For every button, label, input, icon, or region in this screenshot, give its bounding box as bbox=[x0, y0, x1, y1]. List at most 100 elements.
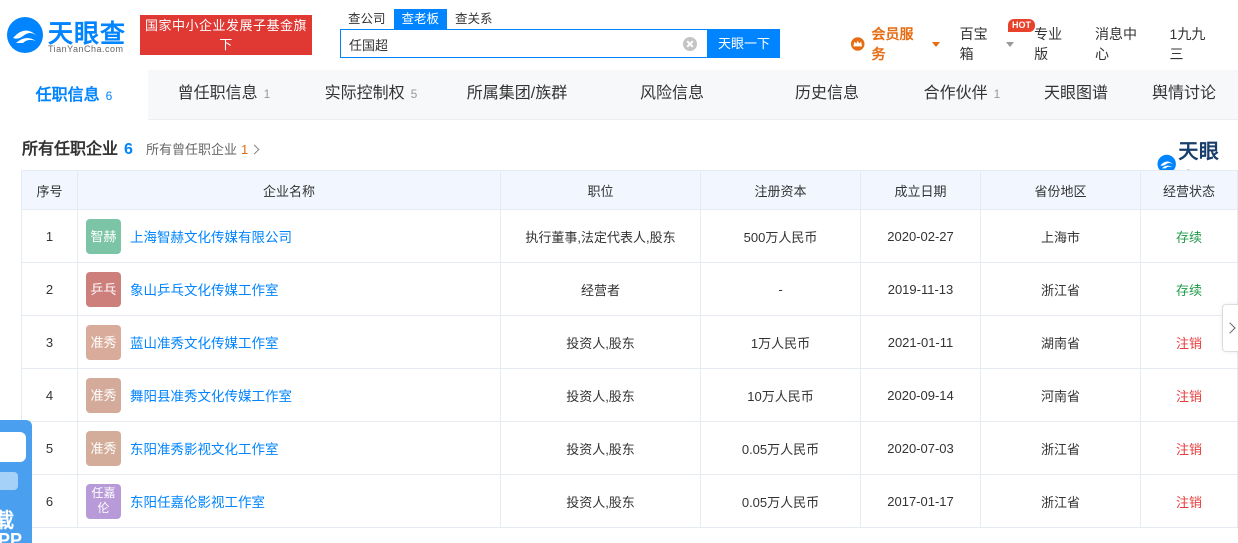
tianyancha-logo-icon bbox=[7, 17, 43, 53]
tab-partners[interactable]: 合作伙伴 1 bbox=[902, 70, 1022, 120]
search-box bbox=[340, 29, 708, 58]
treasure-box-label: 百宝箱 bbox=[959, 26, 988, 62]
top-header: 天眼查 TianYanCha.com 国家中小企业发展子基金旗下 官方备案企业征… bbox=[0, 0, 1238, 71]
table-header-row: 序号 企业名称 职位 注册资本 成立日期 省份地区 经营状态 bbox=[21, 170, 1238, 210]
row-status: 注销 bbox=[1140, 474, 1238, 528]
search-button[interactable]: 天眼一下 bbox=[708, 29, 780, 58]
gov-badge: 国家中小企业发展子基金旗下 官方备案企业征信机构 bbox=[140, 15, 312, 71]
row-position: 投资人,股东 bbox=[500, 368, 701, 422]
former-companies-count: 1 bbox=[241, 142, 249, 157]
tab-label: 合作伙伴 bbox=[923, 85, 988, 102]
row-company-cell: 准秀 蓝山准秀文化传媒工作室 bbox=[77, 315, 501, 369]
company-name-link[interactable]: 东阳准秀影视文化工作室 bbox=[130, 438, 279, 458]
table-row: 4 准秀 舞阳县准秀文化传媒工作室 投资人,股东 10万人民币 2020-09-… bbox=[21, 368, 1238, 422]
row-company-cell: 准秀 东阳准秀影视文化工作室 bbox=[77, 421, 501, 475]
row-status: 存续 bbox=[1140, 209, 1238, 263]
row-capital: 0.05万人民币 bbox=[700, 421, 861, 475]
section-title: 所有任职企业 6 bbox=[22, 135, 133, 159]
tab-public-opinion[interactable]: 舆情讨论 bbox=[1130, 70, 1238, 120]
tab-label: 舆情讨论 bbox=[1151, 85, 1216, 102]
companies-table: 序号 企业名称 职位 注册资本 成立日期 省份地区 经营状态 1 智赫 上海智赫… bbox=[21, 170, 1238, 528]
row-position: 投资人,股东 bbox=[500, 315, 701, 369]
chevron-right-icon bbox=[249, 144, 260, 155]
company-avatar[interactable]: 准秀 bbox=[86, 430, 121, 466]
tab-former-positions[interactable]: 曾任职信息 1 bbox=[148, 70, 300, 120]
row-region: 浙江省 bbox=[980, 262, 1141, 316]
app-float-text2: PP bbox=[0, 530, 23, 543]
row-position: 执行董事,法定代表人,股东 bbox=[500, 209, 701, 263]
former-companies-link[interactable]: 所有曾任职企业 1 bbox=[146, 139, 260, 158]
message-center-link[interactable]: 消息中心 bbox=[1095, 24, 1150, 64]
company-avatar[interactable]: 任嘉伦 bbox=[86, 483, 121, 519]
row-date: 2020-02-27 bbox=[860, 209, 981, 263]
row-date: 2019-11-13 bbox=[860, 262, 981, 316]
former-companies-label: 所有曾任职企业 bbox=[146, 142, 238, 157]
tab-count: 1 bbox=[263, 87, 271, 101]
table-row: 1 智赫 上海智赫文化传媒有限公司 执行董事,法定代表人,股东 500万人民币 … bbox=[21, 209, 1238, 263]
table-row: 6 任嘉伦 东阳任嘉伦影视工作室 投资人,股东 0.05万人民币 2017-01… bbox=[21, 474, 1238, 528]
row-capital: 10万人民币 bbox=[700, 368, 861, 422]
company-name-link[interactable]: 东阳任嘉伦影视工作室 bbox=[130, 491, 265, 511]
row-region: 浙江省 bbox=[980, 421, 1141, 475]
clear-icon[interactable] bbox=[683, 37, 697, 51]
tab-risk[interactable]: 风险信息 bbox=[592, 70, 752, 120]
table-row: 5 准秀 东阳准秀影视文化工作室 投资人,股东 0.05万人民币 2020-07… bbox=[21, 421, 1238, 475]
company-name-link[interactable]: 蓝山准秀文化传媒工作室 bbox=[130, 332, 279, 352]
tab-count: 6 bbox=[105, 89, 113, 103]
hot-badge: HOT bbox=[1008, 19, 1035, 32]
col-header-position: 职位 bbox=[500, 170, 701, 210]
table-row: 2 乒乓 象山乒乓文化传媒工作室 经营者 - 2019-11-13 浙江省 存续 bbox=[21, 262, 1238, 316]
search-type-tabs: 查公司 查老板 查关系 bbox=[340, 9, 501, 29]
vip-service-menu[interactable]: 会员服务 bbox=[850, 24, 940, 64]
tab-label: 历史信息 bbox=[794, 85, 859, 102]
tab-history[interactable]: 历史信息 bbox=[752, 70, 902, 120]
row-capital: 500万人民币 bbox=[700, 209, 861, 263]
col-header-capital: 注册资本 bbox=[700, 170, 861, 210]
logo-subtext: TianYanCha.com bbox=[48, 44, 124, 54]
search-tab-relation[interactable]: 查关系 bbox=[447, 9, 501, 29]
search-tab-boss[interactable]: 查老板 bbox=[393, 9, 448, 29]
pro-version-link[interactable]: 专业版 bbox=[1034, 24, 1075, 64]
company-avatar[interactable]: 准秀 bbox=[86, 324, 121, 360]
tab-label: 实际控制权 bbox=[324, 85, 405, 102]
user-account-menu[interactable]: 1九九三 bbox=[1170, 24, 1218, 64]
search-input[interactable] bbox=[349, 35, 679, 53]
tab-current-positions[interactable]: 任职信息 6 bbox=[0, 70, 148, 120]
scroll-right-button[interactable] bbox=[1222, 304, 1238, 352]
company-name-link[interactable]: 上海智赫文化传媒有限公司 bbox=[130, 226, 292, 246]
row-company-cell: 准秀 舞阳县准秀文化传媒工作室 bbox=[77, 368, 501, 422]
company-avatar[interactable]: 准秀 bbox=[86, 377, 121, 413]
chevron-down-icon bbox=[1006, 41, 1015, 47]
row-index: 4 bbox=[21, 368, 78, 422]
company-avatar[interactable]: 乒乓 bbox=[86, 271, 121, 307]
col-header-index: 序号 bbox=[21, 170, 78, 210]
tab-actual-control[interactable]: 实际控制权 5 bbox=[300, 70, 442, 120]
tab-label: 天眼图谱 bbox=[1043, 85, 1108, 102]
chevron-down-icon bbox=[931, 41, 940, 47]
company-name-link[interactable]: 象山乒乓文化传媒工作室 bbox=[130, 279, 279, 299]
tab-label: 所属集团/族群 bbox=[466, 85, 568, 102]
crown-icon bbox=[850, 37, 865, 51]
treasure-box-menu[interactable]: 百宝箱 bbox=[960, 24, 1015, 64]
row-index: 3 bbox=[21, 315, 78, 369]
site-logo[interactable]: 天眼查 TianYanCha.com bbox=[6, 14, 130, 56]
company-name-link[interactable]: 舞阳县准秀文化传媒工作室 bbox=[130, 385, 292, 405]
row-capital: 1万人民币 bbox=[700, 315, 861, 369]
row-region: 湖南省 bbox=[980, 315, 1141, 369]
col-header-date: 成立日期 bbox=[860, 170, 981, 210]
app-float-text1: 载 bbox=[0, 510, 14, 532]
tab-group[interactable]: 所属集团/族群 bbox=[442, 70, 592, 120]
col-header-status: 经营状态 bbox=[1140, 170, 1238, 210]
tab-graph[interactable]: 天眼图谱 bbox=[1022, 70, 1130, 120]
app-icon bbox=[0, 432, 26, 462]
col-header-region: 省份地区 bbox=[980, 170, 1141, 210]
col-header-company: 企业名称 bbox=[77, 170, 501, 210]
row-capital: - bbox=[700, 262, 861, 316]
tab-count: 5 bbox=[410, 87, 418, 101]
top-nav: 会员服务 百宝箱 专业版 消息中心 1九九三 bbox=[850, 26, 1238, 62]
company-avatar[interactable]: 智赫 bbox=[86, 218, 121, 254]
download-icon bbox=[0, 472, 18, 490]
row-index: 2 bbox=[21, 262, 78, 316]
app-download-float[interactable]: 载 PP bbox=[0, 420, 32, 543]
search-tab-company[interactable]: 查公司 bbox=[340, 9, 394, 29]
